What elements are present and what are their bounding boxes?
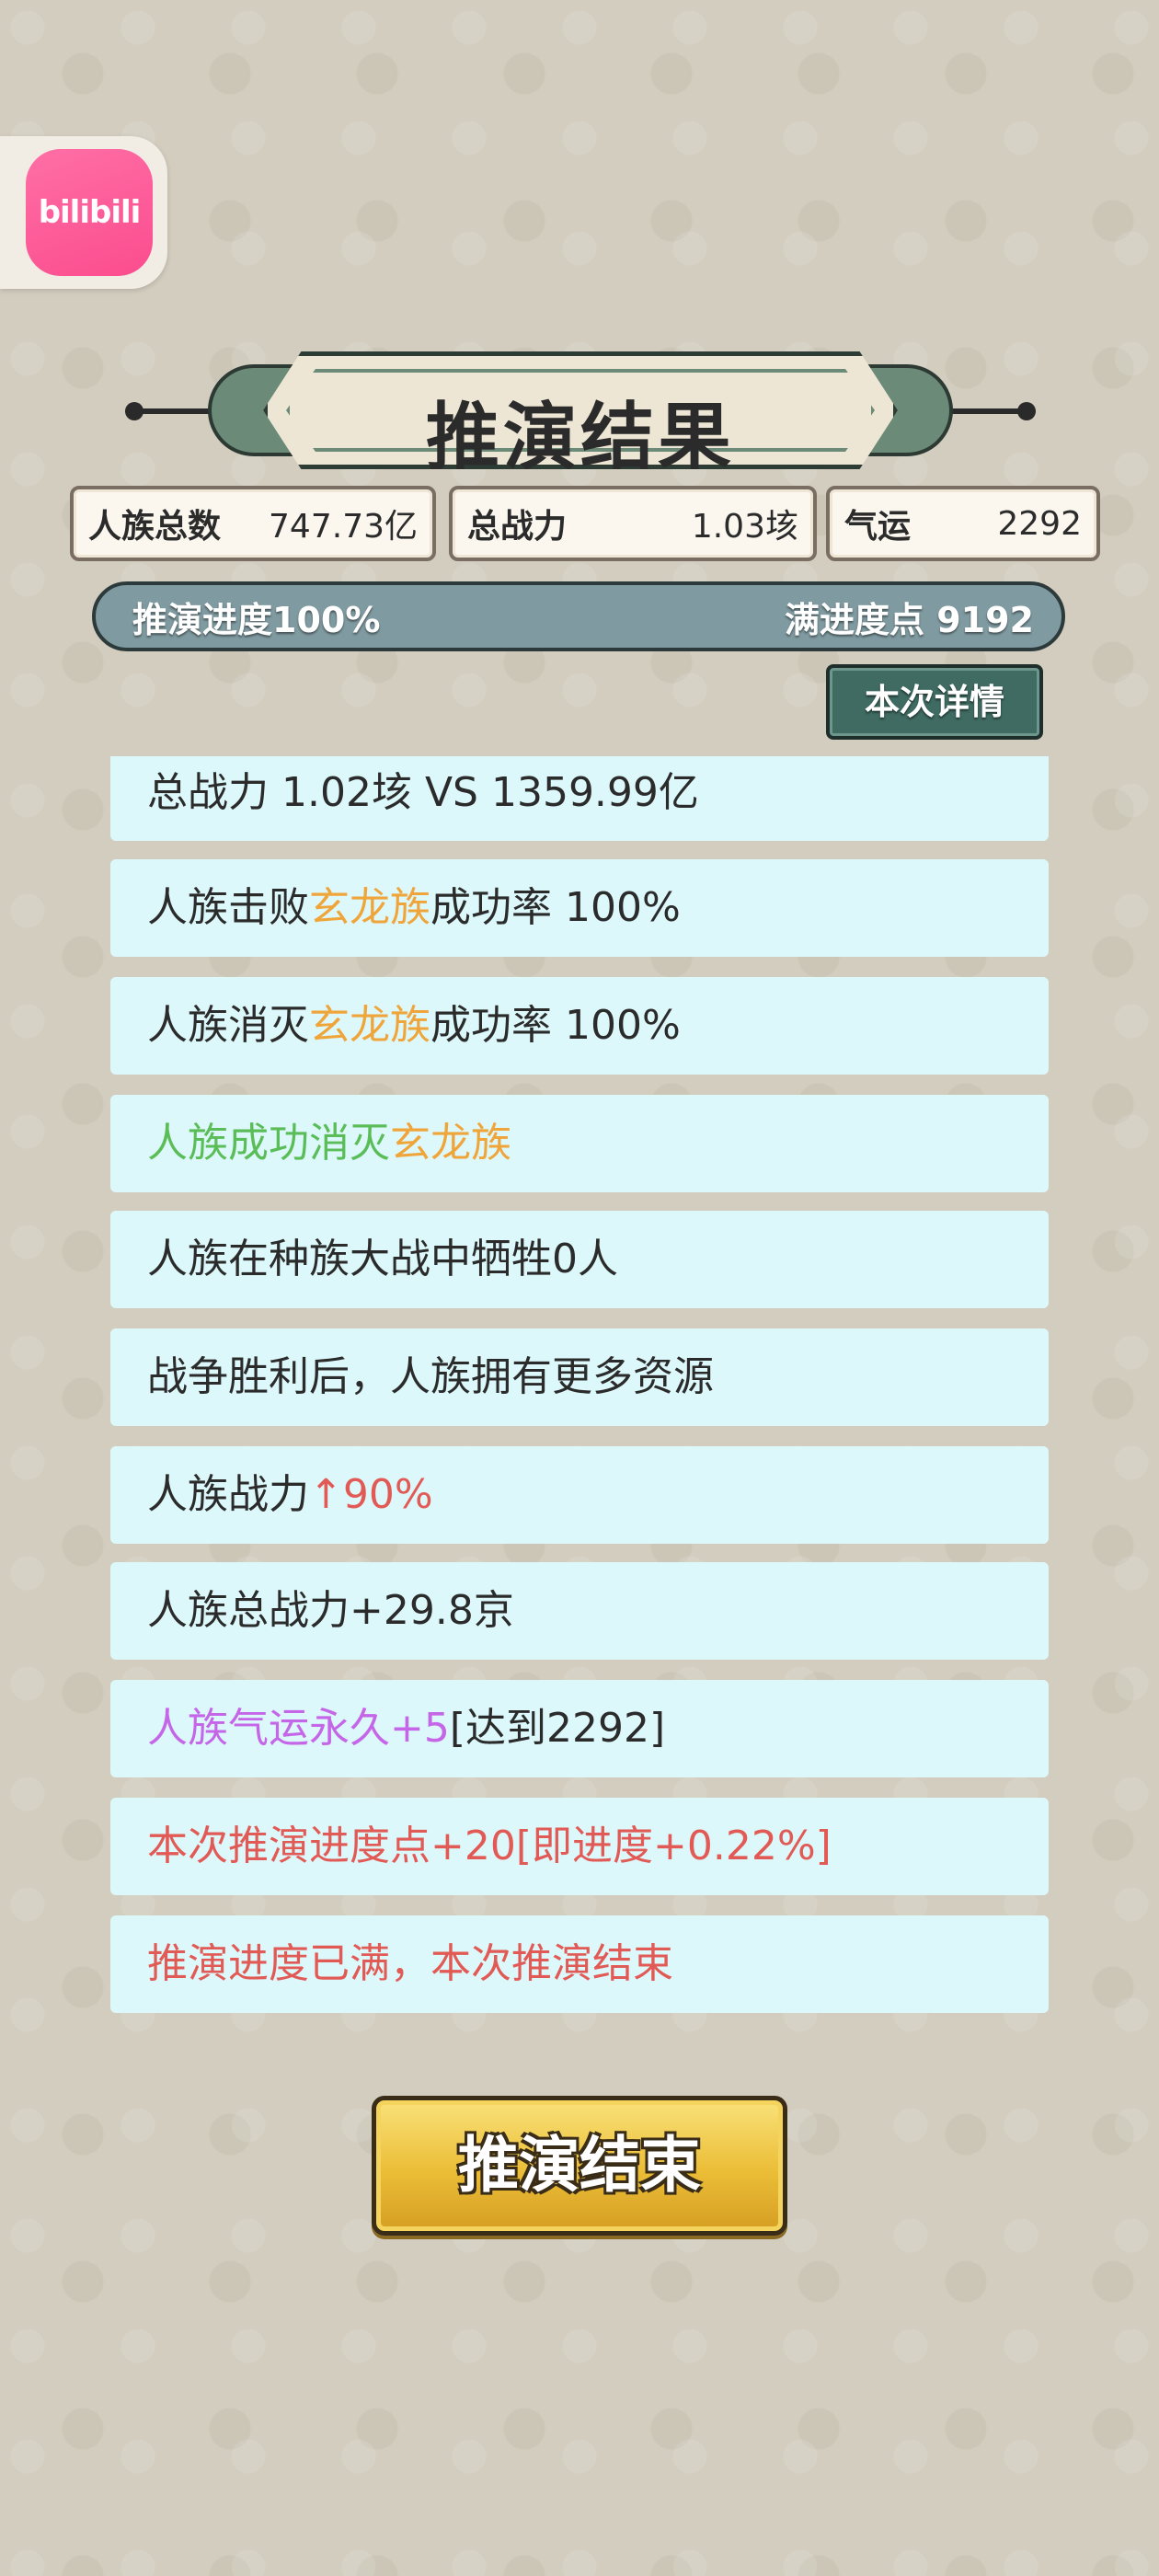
stat-population-value: 747.73亿 bbox=[269, 508, 418, 546]
result-row: 人族消灭玄龙族成功率 100% bbox=[110, 977, 1049, 1075]
result-text: 人族消灭 bbox=[147, 1002, 309, 1049]
result-text: 人族气运永久+5 bbox=[147, 1705, 450, 1752]
result-text: 本次推演进度点+20[即进度+0.22%] bbox=[147, 1823, 832, 1869]
stat-luck-label: 气运 bbox=[844, 508, 912, 546]
result-text: 玄龙族 bbox=[390, 1120, 511, 1167]
stat-luck: 气运 2292 bbox=[826, 486, 1100, 561]
bilibili-floating-badge[interactable]: bilibili bbox=[0, 136, 167, 289]
result-row: 人族战力↑90% bbox=[110, 1446, 1049, 1544]
result-text: 战争胜利后，人族拥有更多资源 bbox=[147, 1353, 714, 1400]
stat-population-label: 人族总数 bbox=[88, 508, 222, 546]
banner-plate: 推演结果 bbox=[263, 351, 898, 469]
stat-power-value: 1.03垓 bbox=[691, 508, 798, 546]
result-text: 人族战力 bbox=[147, 1471, 309, 1518]
result-row: 人族成功消灭玄龙族 bbox=[110, 1095, 1049, 1192]
details-button[interactable]: 本次详情 bbox=[826, 664, 1043, 740]
result-text: 人族成功消灭 bbox=[147, 1120, 390, 1167]
result-row: 人族总战力+29.8京 bbox=[110, 1562, 1049, 1660]
result-text: 总战力 1.02垓 VS 1359.99亿 bbox=[147, 769, 699, 816]
result-text: 人族击败 bbox=[147, 884, 309, 931]
banner-knob-right bbox=[1017, 402, 1036, 420]
progress-percent-text: 推演进度100% bbox=[132, 599, 381, 640]
bilibili-logo-icon[interactable]: bilibili bbox=[26, 149, 153, 276]
result-text: 人族总战力+29.8京 bbox=[147, 1587, 514, 1634]
result-row: 人族击败玄龙族成功率 100% bbox=[110, 859, 1049, 957]
result-text: 人族在种族大战中牺牲0人 bbox=[147, 1236, 618, 1282]
result-text: 玄龙族 bbox=[309, 1002, 430, 1049]
result-row: 人族在种族大战中牺牲0人 bbox=[110, 1211, 1049, 1308]
stat-luck-value: 2292 bbox=[997, 504, 1082, 543]
result-row: 本次推演进度点+20[即进度+0.22%] bbox=[110, 1798, 1049, 1895]
result-row: 总战力 1.02垓 VS 1359.99亿 bbox=[110, 756, 1049, 841]
stat-power-label: 总战力 bbox=[467, 508, 568, 546]
result-row: 人族气运永久+5[达到2292] bbox=[110, 1680, 1049, 1777]
title-banner: 推演结果 bbox=[125, 348, 1036, 473]
result-text: [达到2292] bbox=[449, 1705, 666, 1752]
result-text: 成功率 100% bbox=[430, 1002, 681, 1049]
stat-population: 人族总数 747.73亿 bbox=[70, 486, 436, 561]
result-text: 成功率 100% bbox=[430, 884, 681, 931]
stat-power: 总战力 1.03垓 bbox=[449, 486, 817, 561]
page-title: 推演结果 bbox=[426, 394, 735, 480]
result-row: 推演进度已满，本次推演结束 bbox=[110, 1915, 1049, 2013]
end-simulation-button[interactable]: 推演结束 bbox=[372, 2096, 787, 2236]
progress-points-text: 满进度点 9192 bbox=[785, 599, 1034, 640]
banner-knob-left bbox=[125, 402, 143, 420]
progress-bar: 推演进度100% 满进度点 9192 bbox=[92, 581, 1065, 651]
result-row: 战争胜利后，人族拥有更多资源 bbox=[110, 1328, 1049, 1426]
result-text: ↑90% bbox=[309, 1471, 433, 1518]
result-text: 推演进度已满，本次推演结束 bbox=[147, 1940, 673, 1987]
result-text: 玄龙族 bbox=[309, 884, 430, 931]
